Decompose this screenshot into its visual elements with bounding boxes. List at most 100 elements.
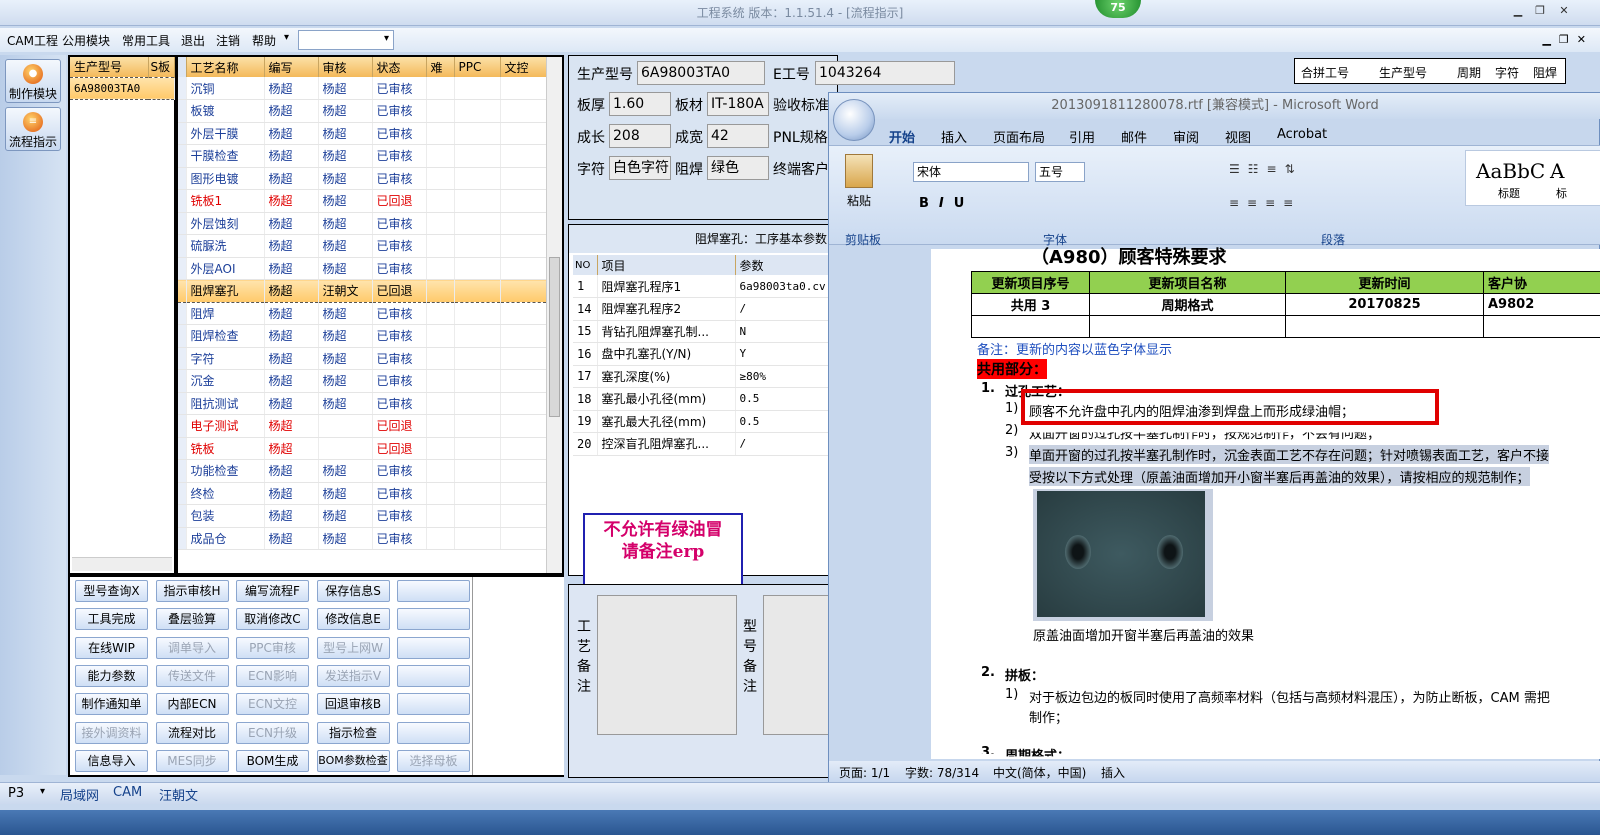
reviewer-cell[interactable]: 杨超	[318, 347, 373, 370]
process-name-cell[interactable]: 外层AOI	[186, 257, 265, 280]
grow-input[interactable]: 208	[609, 124, 671, 148]
word-tab-acrobat[interactable]: Acrobat	[1277, 127, 1327, 142]
table-row[interactable]: 沉铜 杨超 杨超 已审核	[178, 77, 547, 100]
reviewer-cell[interactable]	[318, 414, 373, 438]
action-button[interactable]: 内部ECN	[155, 693, 229, 716]
table-row[interactable]: 外层蚀刻 杨超 杨超 已审核	[178, 212, 547, 235]
process-name-cell[interactable]: 阻焊塞孔	[186, 279, 265, 303]
reviewer-cell[interactable]: 杨超	[318, 369, 373, 393]
table-row[interactable]: 外层AOI 杨超 杨超 已审核	[178, 257, 547, 280]
action-button[interactable]: 能力参数	[75, 664, 148, 687]
table-row[interactable]: 板镀 杨超 杨超 已审核	[178, 99, 547, 123]
style-2[interactable]: A	[1550, 159, 1564, 183]
status-cell[interactable]: 已审核	[372, 144, 427, 168]
param-row[interactable]: 14 阻焊塞孔程序2/	[573, 297, 830, 321]
table-row[interactable]: 铣板 杨超 已回退	[178, 437, 547, 460]
action-button[interactable]: 指示审核H	[155, 580, 229, 602]
process-name-cell[interactable]: 铣板	[186, 437, 265, 460]
status-cell[interactable]: 已审核	[372, 302, 427, 325]
process-name-cell[interactable]: 字符	[186, 347, 265, 370]
table-row[interactable]: 终检 杨超 杨超 已审核	[178, 482, 547, 505]
status-cell[interactable]: 已审核	[372, 392, 427, 415]
process-name-cell[interactable]: 成品仓	[186, 527, 265, 550]
reviewer-cell[interactable]: 杨超	[318, 302, 373, 325]
writer-cell[interactable]: 杨超	[264, 212, 319, 235]
param-no-cell[interactable]: 17	[573, 365, 598, 388]
status-cell[interactable]: 已回退	[372, 437, 427, 460]
action-button[interactable]: 型号上网W	[316, 636, 390, 659]
param-row[interactable]: 15 背钻孔阻焊塞孔制... N	[573, 320, 830, 343]
action-button[interactable]: 指示检查	[316, 721, 390, 744]
table-row[interactable]: 阻抗测试 杨超 杨超 已审核	[178, 392, 547, 415]
help-dropdown-icon[interactable]: ▾	[284, 32, 289, 43]
param-value-cell[interactable]: /	[735, 297, 830, 321]
writer-cell[interactable]: 杨超	[264, 77, 319, 100]
table-row[interactable]: 沉金 杨超 杨超 已审核	[178, 369, 547, 393]
process-name-cell[interactable]: 阻焊检查	[186, 324, 265, 348]
word-tab-review[interactable]: 审阅	[1173, 127, 1199, 146]
param-no-cell[interactable]: 20	[573, 432, 598, 456]
table-row[interactable]: 包装 杨超 杨超 已审核	[178, 504, 547, 528]
param-item-cell[interactable]: 塞孔深度(%)	[597, 365, 736, 388]
action-button[interactable]: PPC审核	[236, 636, 309, 659]
writer-cell[interactable]: 杨超	[264, 279, 319, 303]
word-tab-mail[interactable]: 邮件	[1121, 127, 1147, 146]
process-name-cell[interactable]: 沉铜	[186, 77, 265, 100]
close-icon[interactable]: ✕	[1556, 4, 1572, 18]
minimize-icon[interactable]: ▁	[1510, 4, 1526, 18]
action-button[interactable]: 编写流程F	[236, 580, 309, 602]
menu-help[interactable]: 帮助	[252, 32, 276, 49]
writer-cell[interactable]: 杨超	[264, 482, 319, 505]
status-p3-dropdown-icon[interactable]: ▾	[40, 786, 45, 797]
char-input[interactable]: 白色字符	[609, 156, 671, 180]
reviewer-cell[interactable]: 杨超	[318, 189, 373, 213]
reviewer-cell[interactable]: 杨超	[318, 167, 373, 190]
param-no-cell[interactable]: 19	[573, 410, 598, 433]
process-name-cell[interactable]: 阻焊	[186, 302, 265, 325]
reviewer-cell[interactable]: 杨超	[318, 99, 373, 123]
style-gallery[interactable]: AaBbC 标题 A 标	[1465, 150, 1600, 206]
action-button[interactable]: 信息导入	[75, 749, 148, 772]
param-no-cell[interactable]: 18	[573, 387, 598, 411]
param-item-cell[interactable]: 控深盲孔阻焊塞孔...	[597, 432, 736, 456]
action-button[interactable]: 调单导入	[155, 636, 229, 659]
col-s[interactable]: S板	[148, 57, 175, 77]
paste-icon[interactable]	[845, 154, 873, 188]
status-cell[interactable]: 已回退	[372, 189, 427, 213]
align-buttons[interactable]: ≡≡≡≡	[1229, 196, 1429, 216]
action-button[interactable]: MES同步	[155, 749, 229, 772]
status-cell[interactable]: 已审核	[372, 234, 427, 258]
empty-button[interactable]	[397, 693, 470, 716]
status-cell[interactable]: 已审核	[372, 347, 427, 370]
menu-exit[interactable]: 退出	[181, 32, 205, 49]
maximize-icon[interactable]: ❐	[1532, 4, 1548, 18]
model-input[interactable]: 6A98003TA0	[637, 61, 765, 85]
param-no-cell[interactable]: 16	[573, 342, 598, 366]
writer-cell[interactable]: 杨超	[264, 167, 319, 190]
empty-button[interactable]	[397, 608, 470, 631]
process-name-cell[interactable]: 板镀	[186, 99, 265, 123]
style-1[interactable]: AaBbC	[1476, 159, 1545, 183]
col-process-name[interactable]: 工艺名称	[186, 57, 265, 77]
param-value-cell[interactable]: N	[735, 320, 830, 343]
writer-cell[interactable]: 杨超	[264, 347, 319, 370]
reviewer-cell[interactable]: 杨超	[318, 504, 373, 528]
reviewer-cell[interactable]: 杨超	[318, 234, 373, 258]
table-row[interactable]: 阻焊检查 杨超 杨超 已审核	[178, 324, 547, 348]
action-button[interactable]: 回退审核B	[316, 693, 390, 716]
nav-make-module[interactable]: ● 制作模块	[5, 59, 61, 103]
material-input[interactable]: IT-180A	[707, 92, 769, 116]
word-tab-insert[interactable]: 插入	[941, 127, 967, 146]
format-buttons[interactable]: BIU	[919, 196, 974, 211]
action-button[interactable]: 发送指示V	[316, 664, 390, 687]
param-value-cell[interactable]: 6a98003ta0.cv	[735, 275, 830, 298]
process-name-cell[interactable]: 硫脲洗	[186, 234, 265, 258]
menu-combo[interactable]	[298, 30, 394, 50]
process-name-cell[interactable]: 图形电镀	[186, 167, 265, 190]
thick-input[interactable]: 1.60	[609, 92, 671, 116]
writer-cell[interactable]: 杨超	[264, 324, 319, 348]
writer-cell[interactable]: 杨超	[264, 392, 319, 415]
writer-cell[interactable]: 杨超	[264, 234, 319, 258]
status-cell[interactable]: 已审核	[372, 99, 427, 123]
table-row[interactable]: 外层干膜 杨超 杨超 已审核	[178, 122, 547, 145]
